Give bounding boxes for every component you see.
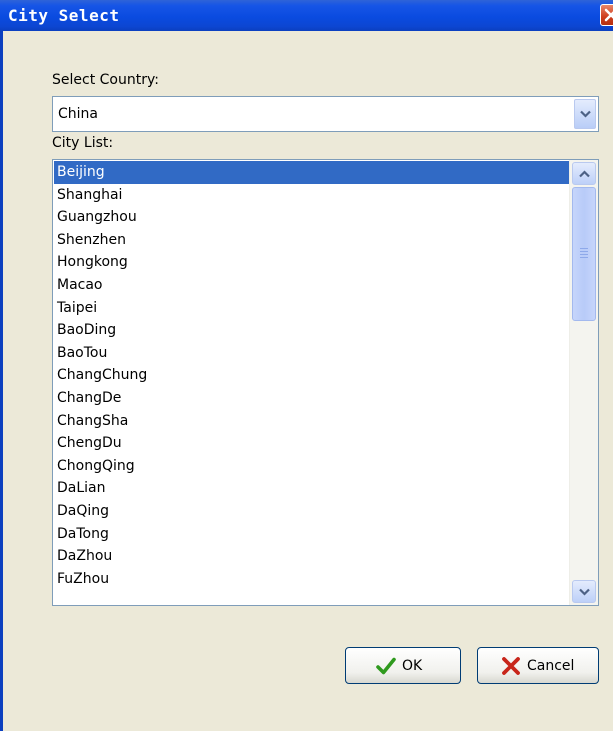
city-list-item[interactable]: Macao [54, 274, 569, 297]
cancel-button-label: Cancel [527, 658, 575, 674]
country-select[interactable]: China [52, 96, 599, 132]
window-border [0, 31, 3, 731]
city-list-item[interactable]: Beijing [54, 161, 569, 184]
checkmark-icon [376, 657, 396, 675]
scroll-down-button[interactable] [572, 580, 596, 603]
scroll-grip-line [580, 254, 588, 255]
country-select-value: China [58, 106, 98, 122]
city-select-dialog: City Select Select Country: China City L… [0, 0, 613, 731]
city-list-item[interactable]: BaoDing [54, 319, 569, 342]
city-list-item[interactable]: ChangChung [54, 364, 569, 387]
ok-button[interactable]: OK [345, 647, 461, 684]
city-list-item[interactable]: ChongQing [54, 455, 569, 478]
scroll-grip-line [580, 251, 588, 252]
city-list-item[interactable]: ChengDu [54, 432, 569, 455]
city-list-item[interactable]: Guangzhou [54, 206, 569, 229]
close-button[interactable] [600, 4, 613, 26]
city-list-label: City List: [52, 135, 114, 151]
scroll-thumb[interactable] [572, 187, 596, 321]
city-list-item[interactable]: ChangDe [54, 387, 569, 410]
scroll-grip-line [580, 257, 588, 258]
city-list-item[interactable]: ChangSha [54, 410, 569, 433]
city-list-item[interactable]: Hongkong [54, 251, 569, 274]
city-list-item[interactable]: Shanghai [54, 184, 569, 207]
city-list-item[interactable]: DaZhou [54, 545, 569, 568]
chevron-down-icon [580, 110, 591, 118]
city-list-item[interactable]: DaTong [54, 523, 569, 546]
scroll-grip-line [580, 248, 588, 249]
city-list-item[interactable]: DaLian [54, 477, 569, 500]
country-label: Select Country: [52, 72, 159, 88]
chevron-up-icon [579, 170, 590, 178]
city-list-item[interactable]: DaQing [54, 500, 569, 523]
city-list-item[interactable]: Taipei [54, 297, 569, 320]
x-mark-icon [502, 657, 520, 675]
scroll-up-button[interactable] [572, 162, 596, 185]
cancel-button[interactable]: Cancel [477, 647, 599, 684]
city-list[interactable]: Beijing Shanghai Guangzhou Shenzhen Hongkong… [52, 159, 599, 606]
city-list-scrollbar[interactable] [569, 160, 598, 605]
close-icon [604, 8, 613, 22]
city-list-items: Beijing Shanghai Guangzhou Shenzhen Hongkong… [54, 161, 569, 590]
chevron-down-icon [579, 588, 590, 596]
city-list-item[interactable]: FuZhou [54, 568, 569, 591]
city-list-item[interactable]: Shenzhen [54, 229, 569, 252]
title-bar[interactable]: City Select [0, 0, 613, 31]
country-dropdown-button[interactable] [574, 99, 596, 129]
window-title: City Select [8, 6, 120, 25]
ok-button-label: OK [402, 658, 423, 674]
city-list-item[interactable]: BaoTou [54, 342, 569, 365]
